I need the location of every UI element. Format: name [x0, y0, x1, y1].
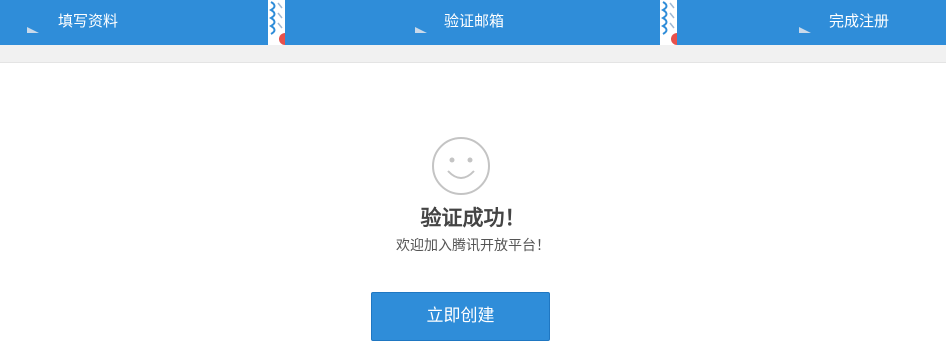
create-now-button[interactable]: 立即创建	[371, 292, 550, 341]
step-flag-icon	[799, 27, 811, 33]
smiley-face-icon	[432, 137, 490, 195]
success-title: 验证成功！	[420, 206, 526, 230]
registration-step-bar: 填写资料 验证邮箱 完成注册	[0, 0, 946, 45]
step-divider-icon	[660, 0, 677, 45]
step-verify-email: 验证邮箱	[285, 0, 662, 45]
success-subtitle: 欢迎加入腾讯开放平台！	[396, 238, 550, 254]
content-top-strip	[0, 45, 946, 63]
step-flag-icon	[415, 27, 427, 33]
step-label-complete-registration: 完成注册	[829, 12, 890, 30]
step-label-verify-email: 验证邮箱	[444, 12, 505, 30]
step-fill-info: 填写资料	[0, 0, 270, 45]
step-complete-registration: 完成注册	[677, 0, 946, 45]
step-flag-icon	[27, 27, 39, 33]
step-divider-icon	[268, 0, 285, 45]
step-label-fill-info: 填写资料	[58, 12, 119, 30]
